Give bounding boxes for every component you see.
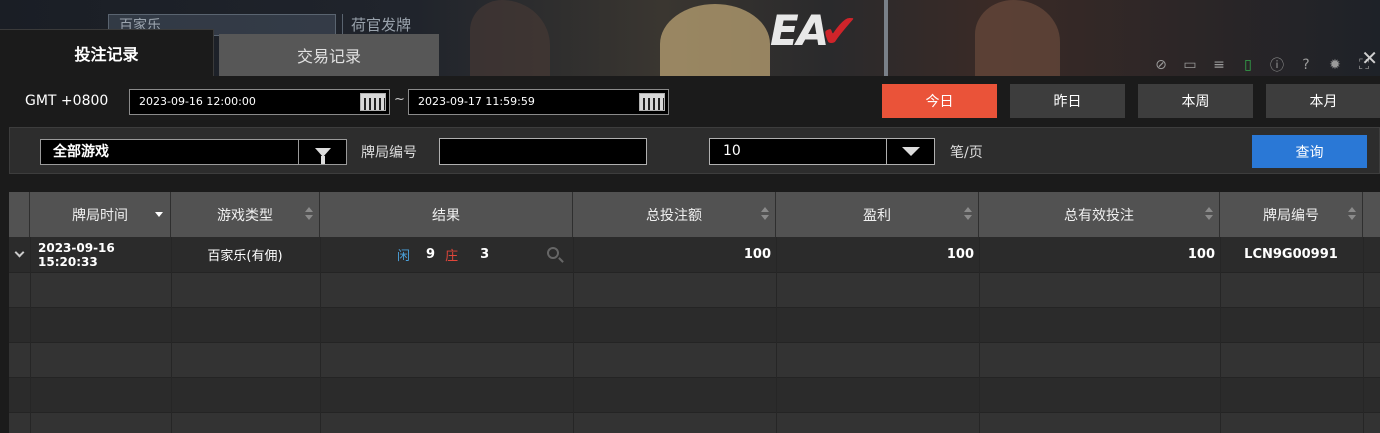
- search-button[interactable]: 查询: [1252, 135, 1367, 168]
- round-id-input[interactable]: [439, 138, 647, 165]
- empty-row: [9, 412, 1380, 433]
- end-date-value: 2023-09-17 11:59:59: [418, 95, 535, 108]
- row-result: 闲 9 庄 3: [397, 237, 557, 272]
- banker-score: 3: [480, 247, 490, 262]
- player-label: 闲: [397, 249, 411, 264]
- row-valid-bet: 100: [1187, 247, 1215, 262]
- calendar-icon[interactable]: [639, 93, 665, 111]
- column-header-total-bet[interactable]: 总投注额: [573, 192, 776, 237]
- empty-row: [9, 342, 1380, 377]
- column-header-profit[interactable]: 盈利: [776, 192, 979, 237]
- start-date-value: 2023-09-16 12:00:00: [139, 95, 256, 108]
- column-label: 牌局编号: [1263, 207, 1319, 224]
- empty-row: [9, 377, 1380, 412]
- help-icon[interactable]: ?: [1296, 56, 1316, 74]
- row-game-type: 百家乐(有佣): [207, 249, 283, 264]
- backdrop-dealer-label: 荷官发牌: [342, 14, 466, 36]
- this-week-button[interactable]: 本周: [1138, 84, 1253, 118]
- gear-icon[interactable]: ✹: [1325, 56, 1345, 74]
- dealer-silhouette: [975, 0, 1060, 76]
- column-label: 总投注额: [646, 207, 702, 224]
- close-icon[interactable]: ✕: [1361, 46, 1378, 70]
- row-divider: [9, 412, 1380, 413]
- magnifier-icon[interactable]: [547, 247, 559, 259]
- today-button[interactable]: 今日: [882, 84, 997, 118]
- column-header-valid-bet[interactable]: 总有效投注: [979, 192, 1220, 237]
- column-divider: [1363, 237, 1364, 433]
- game-type-select[interactable]: 全部游戏: [40, 139, 347, 165]
- round-id-label: 牌局编号: [361, 145, 417, 161]
- row-time: 2023-09-16 15:20:33: [38, 240, 115, 269]
- row-divider: [9, 307, 1380, 308]
- empty-row: [9, 307, 1380, 342]
- expand-row-button[interactable]: [13, 237, 25, 272]
- column-divider: [30, 237, 31, 433]
- backdrop-divider: [884, 0, 888, 76]
- per-page-label: 笔/页: [950, 145, 983, 161]
- sort-icon[interactable]: [1348, 207, 1356, 221]
- tab-transaction-records[interactable]: 交易记录: [219, 34, 439, 76]
- row-total-bet: 100: [743, 247, 771, 262]
- sort-icon[interactable]: [761, 207, 769, 221]
- yesterday-button[interactable]: 昨日: [1010, 84, 1125, 118]
- column-header-result: 结果: [320, 192, 573, 237]
- chevron-down-icon: [14, 247, 24, 258]
- column-divider: [979, 237, 980, 433]
- row-round-id: LCN9G00991: [1244, 247, 1338, 262]
- column-label: 游戏类型: [217, 207, 273, 224]
- bet-records-table: 牌局时间 游戏类型 结果 总投注额 盈利 总有效投注 牌局编号 2023-09-…: [9, 192, 1380, 433]
- column-divider: [1220, 237, 1221, 433]
- brand-check-icon: ✔: [820, 4, 859, 58]
- column-header-round-id[interactable]: 牌局编号: [1220, 192, 1363, 237]
- page-size-value: 10: [723, 143, 741, 159]
- this-month-button[interactable]: 本月: [1266, 84, 1380, 118]
- date-separator: ~: [394, 92, 405, 107]
- sort-desc-icon[interactable]: [155, 212, 163, 217]
- column-label: 结果: [432, 207, 460, 224]
- row-divider: [9, 272, 1380, 273]
- sort-icon[interactable]: [305, 207, 313, 221]
- filter-bar: 全部游戏 牌局编号 10 笔/页 查询: [9, 127, 1380, 174]
- column-divider: [573, 237, 574, 433]
- banker-label: 庄: [445, 249, 459, 264]
- player-score: 9: [426, 247, 436, 262]
- expand-column-header: [9, 192, 30, 237]
- dealer-silhouette: [470, 0, 550, 76]
- timezone-label: GMT +0800: [25, 93, 109, 109]
- column-header-time[interactable]: 牌局时间: [30, 192, 171, 237]
- chevron-down-icon: [901, 147, 920, 156]
- game-type-value: 全部游戏: [53, 144, 109, 160]
- table-row[interactable]: 2023-09-16 15:20:33 百家乐(有佣) 闲 9 庄 3 100 …: [9, 237, 1380, 272]
- tab-bet-records[interactable]: 投注记录: [0, 29, 214, 76]
- page-size-select[interactable]: 10: [709, 138, 935, 165]
- document-icon[interactable]: ▯: [1238, 56, 1258, 74]
- calendar-icon[interactable]: [360, 93, 386, 111]
- empty-row: [9, 272, 1380, 307]
- sort-icon[interactable]: [1205, 207, 1213, 221]
- row-profit: 100: [946, 247, 974, 262]
- brand-logo: EA: [770, 6, 829, 55]
- table-header: 牌局时间 游戏类型 结果 总投注额 盈利 总有效投注 牌局编号: [9, 192, 1380, 237]
- toolbar-icons: ⊘ ▭ ≡ ▯ ⓘ ? ✹ ⛶: [1151, 56, 1374, 74]
- column-divider: [171, 237, 172, 433]
- end-date-field[interactable]: 2023-09-17 11:59:59: [408, 89, 669, 115]
- chips-icon[interactable]: ≡: [1209, 56, 1229, 74]
- column-header-game-type[interactable]: 游戏类型: [171, 192, 320, 237]
- row-divider: [9, 342, 1380, 343]
- no-smoking-icon[interactable]: ⊘: [1151, 56, 1171, 74]
- column-divider: [320, 237, 321, 433]
- funnel-icon: [314, 147, 331, 164]
- sort-icon[interactable]: [964, 207, 972, 221]
- dealer-silhouette: [660, 4, 770, 76]
- sd-quality-icon[interactable]: ▭: [1180, 56, 1200, 74]
- column-divider: [776, 237, 777, 433]
- info-icon[interactable]: ⓘ: [1267, 56, 1287, 74]
- filter-button[interactable]: [298, 140, 346, 164]
- column-label: 总有效投注: [1064, 207, 1134, 224]
- column-label: 盈利: [863, 207, 891, 224]
- row-divider: [9, 377, 1380, 378]
- page-size-dropdown-button[interactable]: [886, 139, 934, 164]
- start-date-field[interactable]: 2023-09-16 12:00:00: [129, 89, 390, 115]
- column-label: 牌局时间: [72, 207, 128, 224]
